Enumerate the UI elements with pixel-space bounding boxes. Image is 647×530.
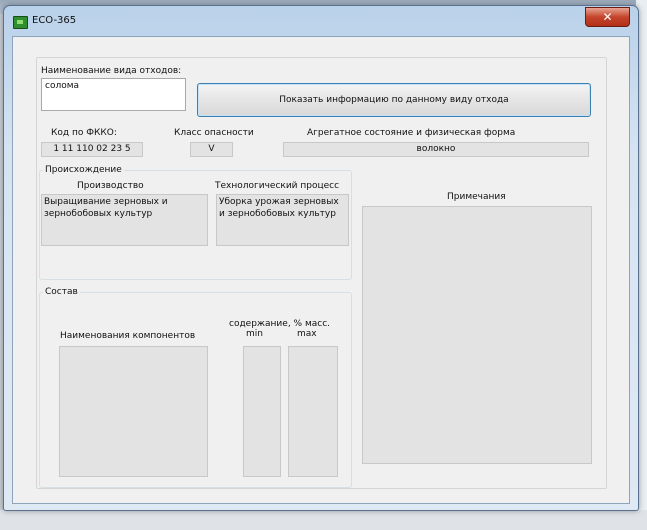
fkko-field: 1 11 110 02 23 5 [41, 142, 143, 157]
max-label: max [297, 329, 317, 339]
app-logo-icon [13, 16, 28, 29]
app-window: ECO-365 ✕ Наименование вида отходов: сол… [3, 5, 639, 511]
close-button[interactable]: ✕ [585, 7, 630, 27]
main-panel: Наименование вида отходов: солома Показа… [36, 57, 607, 489]
desktop-background-bottom [0, 510, 647, 530]
process-field: Уборка урожая зерновых и зернобобовых ку… [216, 194, 349, 246]
composition-group-label: Состав [43, 287, 80, 297]
waste-name-input[interactable]: солома [41, 78, 186, 111]
min-label: min [246, 329, 263, 339]
components-list[interactable] [59, 346, 208, 477]
components-label: Наименования компонентов [60, 331, 196, 341]
aggregate-state-label: Агрегатное состояние и физическая форма [307, 128, 516, 138]
composition-group: Состав содержание, % масс. min max Наиме… [39, 287, 352, 488]
origin-group: Происхождение Производство Выращивание з… [39, 165, 352, 280]
content-label: содержание, % масс. [229, 319, 331, 329]
min-content-list[interactable] [243, 346, 281, 477]
max-content-list[interactable] [288, 346, 338, 477]
window-title: ECO-365 [32, 15, 77, 26]
client-area: Наименование вида отходов: солома Показа… [12, 36, 630, 504]
production-field: Выращивание зерновых и зернобобовых куль… [41, 194, 208, 246]
show-info-button[interactable]: Показать информацию по данному виду отхо… [197, 83, 591, 117]
title-bar[interactable]: ECO-365 ✕ [4, 6, 638, 36]
notes-field[interactable] [362, 206, 592, 464]
notes-label: Примечания [447, 192, 506, 202]
aggregate-state-field: волокно [283, 142, 589, 157]
process-label: Технологический процесс [215, 181, 340, 191]
hazard-class-field: V [190, 142, 233, 157]
origin-group-label: Происхождение [43, 165, 124, 175]
fkko-label: Код по ФККО: [51, 128, 117, 138]
production-label: Производство [77, 181, 144, 191]
waste-name-label: Наименование вида отходов: [41, 66, 182, 76]
hazard-class-label: Класс опасности [174, 128, 254, 138]
